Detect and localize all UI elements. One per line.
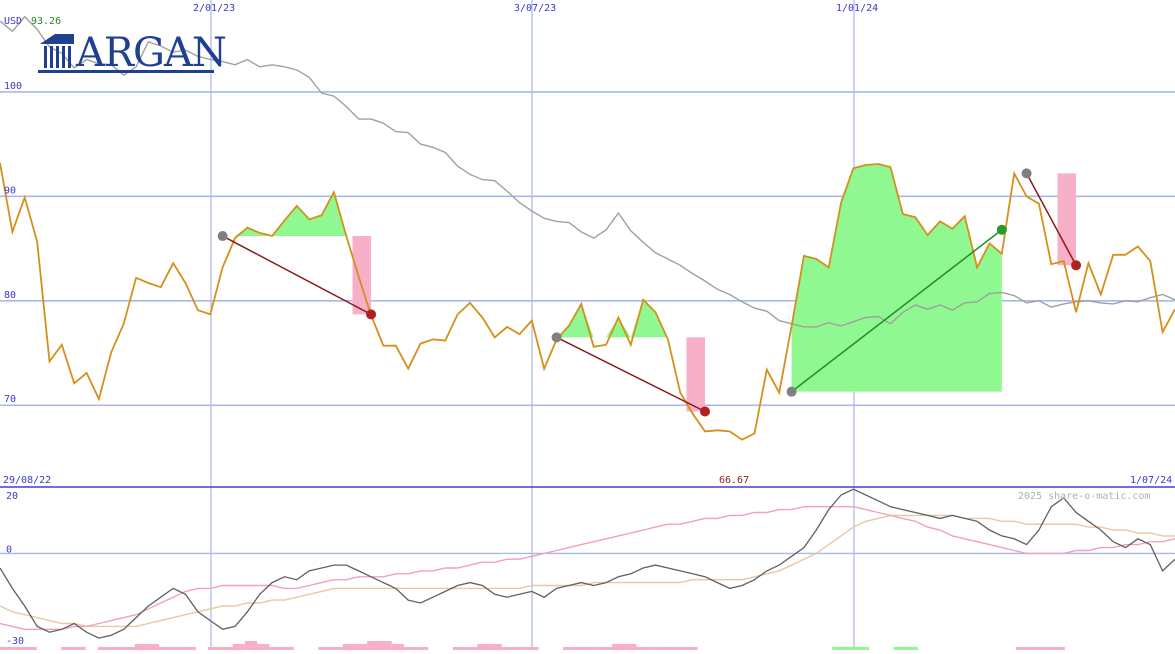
volume-bar — [232, 644, 245, 650]
chart-stage: 70 80 90 100 2/01/23 3/07/23 1/01/24 20 0 -30 ARG… — [0, 0, 1175, 650]
trade-line — [556, 336, 706, 413]
osc-average-line — [0, 506, 1175, 630]
currency-label: USD — [4, 16, 22, 27]
last-price: 93.26 — [31, 16, 61, 27]
exit-marker — [1071, 260, 1082, 271]
entry-marker — [551, 332, 562, 343]
volume-bar — [146, 644, 160, 650]
osc-tick-label: 0 — [6, 544, 12, 555]
volume-bar — [342, 644, 355, 650]
tick-labels: 70 80 90 100 2/01/23 3/07/23 1/01/24 20 0 -30 — [4, 3, 878, 647]
gain-area — [556, 299, 705, 338]
end-date-label: 1/07/24 — [1130, 475, 1172, 486]
volume-bar — [391, 644, 404, 650]
osc-tick-label: -30 — [6, 636, 24, 647]
y-tick-label: 90 — [4, 185, 16, 196]
volume-bar — [134, 644, 147, 650]
loss-area — [352, 236, 372, 315]
osc-tick-label: 20 — [6, 491, 18, 502]
watermark: 2025 share-o-matic.com — [1018, 491, 1150, 502]
logo-text: ARGAN — [75, 30, 226, 76]
exit-marker — [366, 309, 377, 320]
y-tick-label: 80 — [4, 290, 16, 301]
x-tick-label: 2/01/23 — [193, 3, 235, 14]
trade-line — [222, 235, 372, 316]
price-chart: 70 80 90 100 2/01/23 3/07/23 1/01/24 20 0 -30 ARG… — [0, 0, 1175, 650]
volume-bar — [489, 644, 502, 650]
x-tick-label: 3/07/23 — [514, 3, 556, 14]
y-tick-label: 70 — [4, 394, 16, 405]
osc-signal-line — [0, 514, 1175, 628]
x-tick-label: 1/01/24 — [836, 3, 878, 14]
exit-marker — [700, 406, 710, 417]
volume-bar — [354, 644, 368, 650]
entry-marker — [1021, 168, 1032, 179]
oscillator-layer — [0, 488, 1175, 639]
y-tick-label: 100 — [4, 81, 22, 92]
volume-bar — [611, 644, 625, 650]
volume-bar — [624, 644, 637, 650]
volume-bar — [477, 644, 490, 650]
volume-bar — [244, 641, 258, 650]
osc-main-line — [0, 488, 1175, 639]
entry-marker — [217, 231, 228, 242]
volume-bar — [379, 641, 392, 650]
gain-area — [791, 163, 1002, 392]
trade-fills — [222, 163, 1077, 412]
entry-marker — [786, 386, 797, 397]
volume-bar — [367, 641, 380, 650]
min-value-label: 66.67 — [719, 475, 749, 486]
exit-marker — [996, 224, 1007, 235]
volume-bar — [257, 644, 270, 650]
loss-area — [686, 337, 705, 412]
loss-area — [1057, 173, 1077, 266]
start-date-label: 29/08/22 — [3, 475, 51, 486]
argan-logo: ARGAN — [38, 30, 227, 76]
